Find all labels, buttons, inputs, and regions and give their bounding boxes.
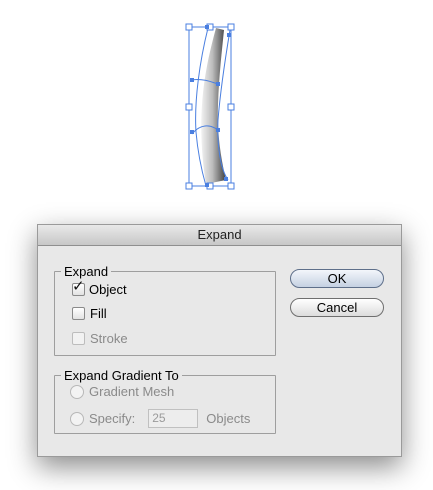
anchor-point[interactable] (190, 130, 194, 134)
anchor-point[interactable] (205, 25, 209, 29)
anchor-point[interactable] (216, 128, 220, 132)
handle-mid-left[interactable] (185, 103, 193, 111)
selected-horn-artwork[interactable] (180, 20, 240, 195)
expand-gradient-legend: Expand Gradient To (64, 368, 179, 383)
handle-bottom-left[interactable] (185, 182, 193, 190)
specify-label: Specify: (89, 411, 136, 426)
expand-gradient-group: Expand Gradient To Gradient Mesh Specify… (54, 368, 276, 434)
specify-radio (70, 411, 84, 426)
horn-selection-svg (185, 23, 235, 190)
fill-option[interactable]: Fill (72, 306, 107, 321)
gradient-mesh-option: Gradient Mesh (70, 384, 174, 399)
stroke-label: Stroke (90, 331, 128, 346)
expand-group-legend: Expand (64, 264, 109, 279)
specify-objects-input: 25 (148, 409, 199, 428)
fill-checkbox[interactable] (72, 307, 85, 320)
expand-dialog: Expand Expand ✓ Object Fill Stroke Expan… (37, 224, 402, 457)
fill-label: Fill (90, 306, 107, 321)
specify-option: Specify: 25 Objects (70, 409, 250, 428)
objects-label: Objects (206, 411, 251, 426)
expand-group: Expand ✓ Object Fill Stroke (54, 264, 276, 356)
stroke-option: Stroke (72, 331, 128, 346)
object-label: Object (89, 282, 127, 297)
anchor-point[interactable] (205, 183, 209, 187)
handle-mid-right[interactable] (227, 103, 235, 111)
object-checkbox[interactable]: ✓ (72, 279, 85, 296)
anchor-point[interactable] (227, 33, 231, 37)
handle-top-right[interactable] (227, 23, 235, 31)
handle-top-left[interactable] (185, 23, 193, 31)
anchor-point[interactable] (216, 82, 220, 86)
gradient-mesh-radio (70, 384, 84, 399)
dialog-title[interactable]: Expand (38, 225, 401, 246)
stroke-checkbox (72, 332, 85, 345)
anchor-point[interactable] (190, 78, 194, 82)
ok-button[interactable]: OK (290, 269, 384, 288)
gradient-mesh-label: Gradient Mesh (89, 384, 175, 399)
object-option[interactable]: ✓ Object (72, 279, 127, 297)
cancel-button[interactable]: Cancel (290, 298, 384, 317)
handle-bottom-right[interactable] (227, 182, 235, 190)
anchor-point[interactable] (224, 177, 228, 181)
horn-shape[interactable] (201, 28, 226, 184)
checkmark-icon: ✓ (72, 277, 85, 295)
